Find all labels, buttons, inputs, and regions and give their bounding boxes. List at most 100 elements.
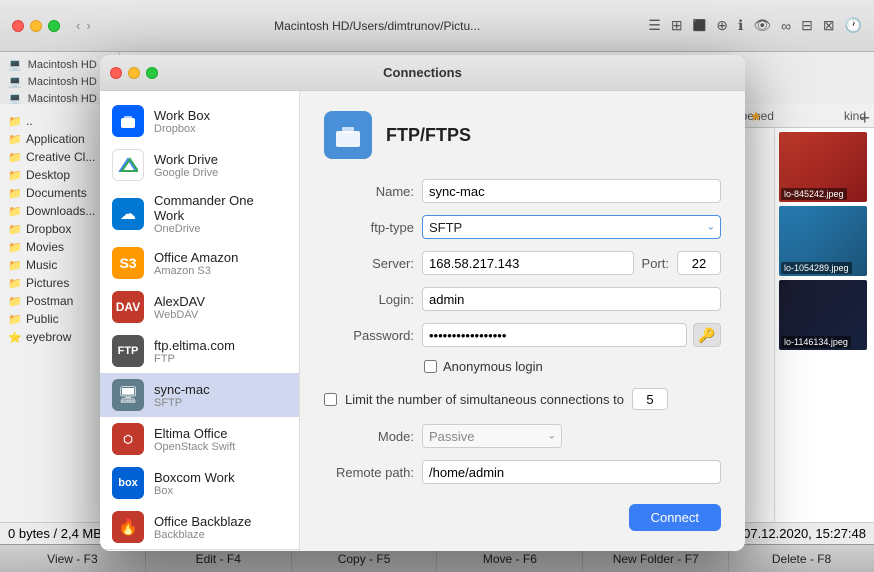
eye-icon[interactable]: 👁 <box>753 17 771 34</box>
server-input[interactable] <box>422 251 634 275</box>
conn-type: OpenStack Swift <box>154 441 287 453</box>
modal-close-button[interactable] <box>110 67 122 79</box>
conn-type: Google Drive <box>154 167 287 179</box>
mode-label: Mode: <box>324 429 414 444</box>
star-icon: ⭐ <box>8 330 22 344</box>
sidebar-label: Application <box>26 132 85 146</box>
conn-name: Office Backblaze <box>154 514 287 529</box>
folder-icon: 📁 <box>8 186 22 200</box>
conn-item-ftp[interactable]: FTP ftp.eltima.com FTP <box>100 329 299 373</box>
conn-item-amazon[interactable]: S3 Office Amazon Amazon S3 <box>100 241 299 285</box>
key-button[interactable]: 🔑 <box>693 323 721 347</box>
conn-info-box: Boxcom Work Box <box>154 470 287 497</box>
limit-checkbox[interactable] <box>324 393 337 406</box>
thumbnail-3: lo-1146134.jpeg <box>779 280 867 350</box>
sidebar-label: Desktop <box>26 168 70 182</box>
conn-icon-backblaze: 🔥 <box>112 511 144 543</box>
connect-icon[interactable]: ∞ <box>781 18 791 34</box>
modal-zoom-button[interactable] <box>146 67 158 79</box>
conn-item-workbox[interactable]: Work Box Dropbox <box>100 99 299 143</box>
conn-name: Boxcom Work <box>154 470 287 485</box>
detail-footer: Connect <box>324 504 721 531</box>
folder-icon: 📁 <box>8 276 22 290</box>
conn-name: Work Box <box>154 108 287 123</box>
anonymous-row: Anonymous login <box>324 359 721 374</box>
finder-minimize-button[interactable] <box>30 20 42 32</box>
login-row: Login: <box>324 287 721 311</box>
connect-button[interactable]: Connect <box>629 504 721 531</box>
conn-item-webdav[interactable]: DAV AlexDAV WebDAV <box>100 285 299 329</box>
conn-item-onedrive[interactable]: ☁ Commander One Work OneDrive <box>100 187 299 241</box>
conn-item-backblaze[interactable]: 🔥 Office Backblaze Backblaze <box>100 505 299 549</box>
folder-icon: 📁 <box>8 132 22 146</box>
sidebar-label: Pictures <box>26 276 69 290</box>
remote-path-input[interactable] <box>422 460 721 484</box>
conn-info-onedrive: Commander One Work OneDrive <box>154 193 287 235</box>
ftp-type-select[interactable]: FTP FTPS SFTP <box>422 215 721 239</box>
nav-back-icon[interactable]: ‹ <box>76 18 80 33</box>
login-input[interactable] <box>422 287 721 311</box>
password-row: Password: 🔑 <box>324 323 721 347</box>
delete-button[interactable]: Delete - F8 <box>729 545 874 572</box>
remote-path-row: Remote path: <box>324 460 721 484</box>
sidebar-label: Dropbox <box>26 222 71 236</box>
share-icon[interactable]: ⊕ <box>716 17 728 34</box>
sidebar-label: Movies <box>26 240 64 254</box>
conn-item-box[interactable]: box Boxcom Work Box <box>100 461 299 505</box>
anonymous-label: Anonymous login <box>443 359 543 374</box>
login-label: Login: <box>324 292 414 307</box>
conn-item-syncmac[interactable]: 🖥 sync-mac SFTP <box>100 373 299 417</box>
folder-icon: 📁 <box>8 240 22 254</box>
sidebar-label: .. <box>26 114 33 128</box>
folder-icon: 📁 <box>8 312 22 326</box>
folder-icon: 📁 <box>8 150 22 164</box>
conn-name: Commander One Work <box>154 193 287 223</box>
conn-item-swift[interactable]: ⬡ Eltima Office OpenStack Swift <box>100 417 299 461</box>
finder-toolbar-icons: ☰ ⊞ ⬛ ⊕ ℹ 👁 ∞ ⊟ ⊠ 🕐 <box>648 17 862 34</box>
conn-type: WebDAV <box>154 309 287 321</box>
info-icon[interactable]: ℹ <box>738 17 743 34</box>
folder-icon: 📁 <box>8 222 22 236</box>
conn-name: Eltima Office <box>154 426 287 441</box>
conn-name: Work Drive <box>154 152 287 167</box>
clock-icon[interactable]: 🕐 <box>845 17 862 34</box>
conn-info-workbox: Work Box Dropbox <box>154 108 287 135</box>
server-row: Server: Port: <box>324 251 721 275</box>
mode-select[interactable]: Passive Active <box>422 424 562 448</box>
grid-icon[interactable]: ⊞ <box>671 17 683 34</box>
share2-icon[interactable]: ⊠ <box>823 17 835 34</box>
conn-detail-header: FTP/FTPS <box>324 111 721 159</box>
password-input[interactable] <box>422 323 687 347</box>
modal-minimize-button[interactable] <box>128 67 140 79</box>
limit-row: Limit the number of simultaneous connect… <box>324 388 721 410</box>
finder-close-button[interactable] <box>12 20 24 32</box>
conn-type: Box <box>154 485 287 497</box>
anonymous-checkbox[interactable] <box>424 360 437 373</box>
add-button[interactable]: + <box>859 108 870 129</box>
toggle-icon[interactable]: ⬛ <box>693 19 707 32</box>
conn-info-swift: Eltima Office OpenStack Swift <box>154 426 287 453</box>
limit-input[interactable] <box>632 388 668 410</box>
name-label: Name: <box>324 184 414 199</box>
name-row: Name: <box>324 179 721 203</box>
tag-icon[interactable]: ⊟ <box>801 17 813 34</box>
port-input[interactable] <box>677 251 721 275</box>
drive-label: Macintosh HD <box>28 59 97 71</box>
conn-type: Backblaze <box>154 529 287 541</box>
thumbnail-1: lo-845242.jpeg <box>779 132 867 202</box>
server-port-container: Port: <box>422 251 721 275</box>
star-favorite-icon[interactable]: ★ <box>749 108 762 125</box>
conn-icon-workdrive <box>112 149 144 181</box>
conn-info-amazon: Office Amazon Amazon S3 <box>154 250 287 277</box>
conn-item-workdrive[interactable]: Work Drive Google Drive <box>100 143 299 187</box>
finder-zoom-button[interactable] <box>48 20 60 32</box>
name-input[interactable] <box>422 179 721 203</box>
conn-type: Dropbox <box>154 123 287 135</box>
view-icon[interactable]: ☰ <box>648 17 661 34</box>
modal-body: Work Box Dropbox Work Drive Google Drive <box>100 91 745 551</box>
mode-select-wrapper: Passive Active ⌄ <box>422 424 562 448</box>
connections-modal: Connections Work Box Dropbox <box>100 55 745 551</box>
conn-list-footer: + − <box>100 549 299 551</box>
conn-icon-onedrive: ☁ <box>112 198 144 230</box>
nav-forward-icon[interactable]: › <box>86 18 90 33</box>
